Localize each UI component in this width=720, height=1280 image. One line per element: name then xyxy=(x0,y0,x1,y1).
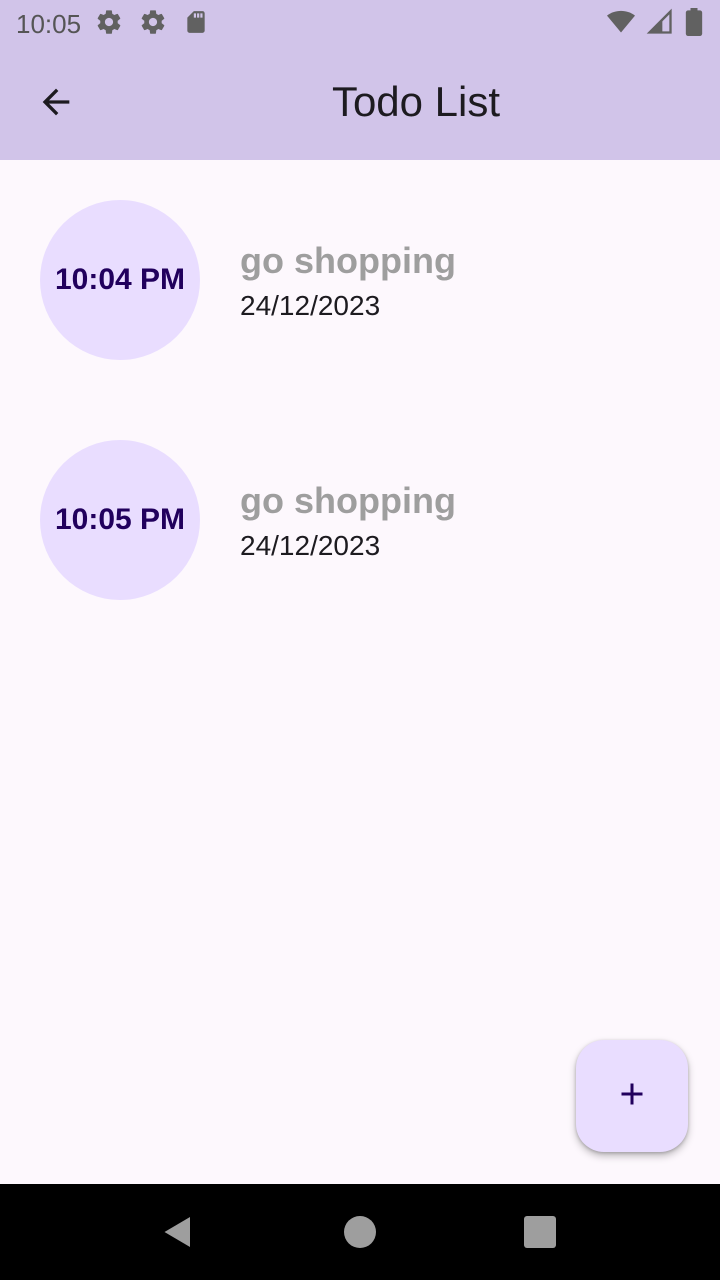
todo-title: go shopping xyxy=(240,240,456,281)
todo-time: 10:04 PM xyxy=(54,263,186,296)
status-system-icons xyxy=(606,7,704,41)
cell-signal-icon xyxy=(646,8,674,41)
list-item[interactable]: 10:05 PM go shopping 24/12/2023 xyxy=(0,440,720,640)
add-todo-button[interactable] xyxy=(576,1040,688,1152)
battery-icon xyxy=(684,7,704,41)
status-notification-icons xyxy=(95,8,209,41)
todo-title: go shopping xyxy=(240,480,456,521)
app-bar: Todo List xyxy=(0,48,720,160)
todo-time: 10:05 PM xyxy=(54,503,186,536)
gear-icon xyxy=(139,8,167,41)
sd-card-icon xyxy=(183,8,209,41)
todo-list: 10:04 PM go shopping 24/12/2023 10:05 PM… xyxy=(0,160,720,1184)
time-avatar: 10:05 PM xyxy=(40,440,200,600)
status-time: 10:05 xyxy=(16,8,82,39)
plus-icon xyxy=(614,1076,650,1117)
system-nav-bar xyxy=(0,1184,720,1280)
todo-date: 24/12/2023 xyxy=(240,290,381,321)
nav-recents-icon[interactable] xyxy=(524,1216,556,1248)
todo-date: 24/12/2023 xyxy=(240,530,381,561)
wifi-icon xyxy=(606,8,636,41)
status-bar: 10:05 xyxy=(0,0,720,48)
nav-home-icon[interactable] xyxy=(344,1216,376,1248)
nav-back-icon[interactable] xyxy=(160,1214,196,1255)
gear-icon xyxy=(95,8,123,41)
page-title: Todo List xyxy=(331,78,501,125)
status-left: 10:05 xyxy=(16,8,209,41)
list-item[interactable]: 10:04 PM go shopping 24/12/2023 xyxy=(0,200,720,400)
time-avatar: 10:04 PM xyxy=(40,200,200,360)
